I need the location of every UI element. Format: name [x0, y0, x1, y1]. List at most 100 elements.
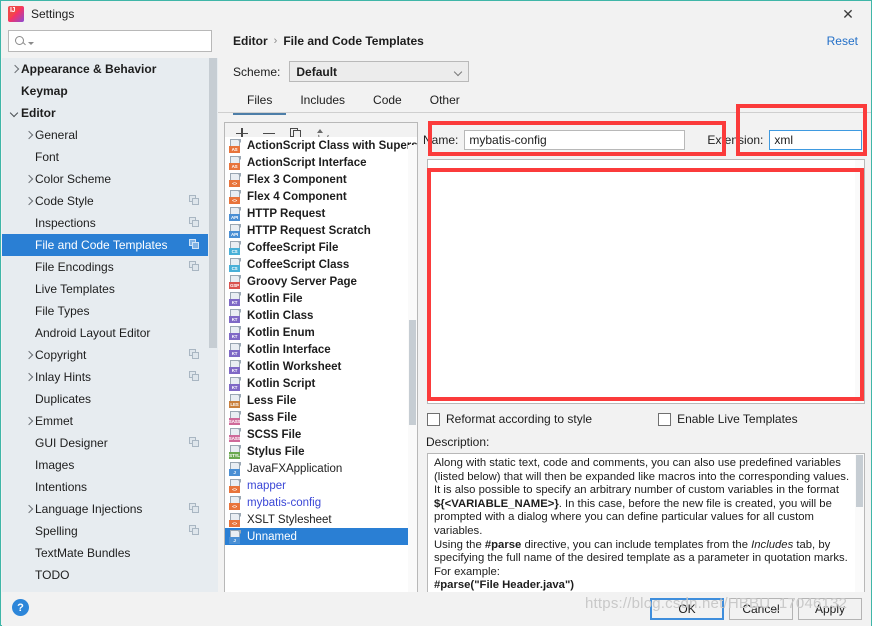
project-scope-icon	[189, 195, 200, 206]
template-list-item[interactable]: API HTTP Request	[225, 205, 417, 222]
chevron-right-icon[interactable]	[8, 63, 21, 76]
template-list-item[interactable]: AS ActionScript Class with Supers	[225, 137, 417, 154]
sidebar-item-inspections[interactable]: Inspections	[2, 212, 218, 234]
templates-vscrollbar-thumb[interactable]	[409, 320, 416, 425]
template-list-item[interactable]: <> Flex 4 Component	[225, 188, 417, 205]
sidebar-item-appearance-behavior[interactable]: Appearance & Behavior	[2, 58, 218, 80]
sidebar-item-live-templates[interactable]: Live Templates	[2, 278, 218, 300]
template-list-item[interactable]: API HTTP Request Scratch	[225, 222, 417, 239]
templates-vscrollbar[interactable]	[408, 145, 417, 596]
template-list-item[interactable]: SASS SCSS File	[225, 426, 417, 443]
search-input[interactable]	[34, 33, 211, 49]
sidebar-item-duplicates[interactable]: Duplicates	[2, 388, 218, 410]
scheme-selected-value: Default	[296, 64, 338, 79]
sidebar-item-todo[interactable]: TODO	[2, 564, 218, 586]
template-list-item[interactable]: SASS Sass File	[225, 409, 417, 426]
live-templates-checkbox-label[interactable]: Enable Live Templates	[677, 412, 798, 426]
template-name-input[interactable]	[464, 130, 686, 150]
sidebar-item-gui-designer[interactable]: GUI Designer	[2, 432, 218, 454]
chevron-right-icon[interactable]	[22, 503, 35, 516]
reset-link[interactable]: Reset	[827, 34, 858, 48]
reformat-checkbox-label[interactable]: Reformat according to style	[446, 412, 592, 426]
reformat-checkbox[interactable]	[427, 412, 440, 426]
template-list-item-label: HTTP Request	[247, 207, 326, 220]
template-list-item[interactable]: <> mybatis-config	[225, 494, 417, 511]
chevron-right-icon[interactable]	[22, 371, 35, 384]
template-list-item[interactable]: <> XSLT Stylesheet	[225, 511, 417, 528]
template-list-item[interactable]: LES Less File	[225, 392, 417, 409]
close-icon[interactable]: ✕	[833, 3, 863, 25]
sidebar-item-label: TextMate Bundles	[35, 546, 131, 560]
sidebar-item-label: Emmet	[35, 414, 74, 428]
description-scrollbar-thumb[interactable]	[856, 455, 863, 507]
sidebar-item-emmet[interactable]: Emmet	[2, 410, 218, 432]
sidebar-item-general[interactable]: General	[2, 124, 218, 146]
chevron-right-icon[interactable]	[22, 173, 35, 186]
scheme-select[interactable]: Default	[289, 61, 470, 82]
description-scrollbar[interactable]	[855, 454, 864, 592]
chevron-right-icon[interactable]	[22, 415, 35, 428]
file-template-icon: SASS	[229, 427, 242, 442]
sidebar-item-code-style[interactable]: Code Style	[2, 190, 218, 212]
sidebar-scrollbar[interactable]	[208, 58, 218, 592]
templates-list-panel: AS ActionScript Class with Supers AS Action…	[224, 122, 418, 606]
settings-sidebar: Appearance & Behavior Keymap Editor General…	[2, 27, 218, 592]
template-list-item[interactable]: CS CoffeeScript File	[225, 239, 417, 256]
chevron-down-icon[interactable]	[8, 107, 21, 120]
ok-button[interactable]: OK	[650, 598, 724, 620]
sidebar-item-label: Intentions	[35, 480, 88, 494]
template-list-item[interactable]: CS CoffeeScript Class	[225, 256, 417, 273]
intellij-idea-icon	[8, 6, 24, 22]
search-box[interactable]	[8, 30, 212, 52]
template-list-item[interactable]: KT Kotlin Interface	[225, 341, 417, 358]
template-list-item[interactable]: GSP Groovy Server Page	[225, 273, 417, 290]
template-list-item[interactable]: KT Kotlin Enum	[225, 324, 417, 341]
template-list-item-label: Stylus File	[247, 445, 305, 458]
template-extension-input[interactable]	[769, 130, 863, 150]
sidebar-item-file-types[interactable]: File Types	[2, 300, 218, 322]
sidebar-item-language-injections[interactable]: Language Injections	[2, 498, 218, 520]
template-list-item[interactable]: <> mapper	[225, 477, 417, 494]
template-list-item[interactable]: J JavaFXApplication	[225, 460, 417, 477]
live-templates-checkbox[interactable]	[658, 412, 672, 426]
sidebar-item-inlay-hints[interactable]: Inlay Hints	[2, 366, 218, 388]
sidebar-item-editor[interactable]: Editor	[2, 102, 218, 124]
template-list-item-label: Less File	[247, 394, 297, 407]
template-list-item[interactable]: KT Kotlin Worksheet	[225, 358, 417, 375]
sidebar-item-keymap[interactable]: Keymap	[2, 80, 218, 102]
description-panel: Along with static text, code and comment…	[427, 453, 865, 593]
help-icon[interactable]: ?	[12, 599, 29, 616]
template-list-item[interactable]: STYL Stylus File	[225, 443, 417, 460]
sidebar-item-file-encodings[interactable]: File Encodings	[2, 256, 218, 278]
sidebar-item-textmate-bundles[interactable]: TextMate Bundles	[2, 542, 218, 564]
template-list-item[interactable]: AS ActionScript Interface	[225, 154, 417, 171]
template-list-item[interactable]: KT Kotlin File	[225, 290, 417, 307]
sidebar-item-font[interactable]: Font	[2, 146, 218, 168]
sidebar-scrollbar-thumb[interactable]	[209, 58, 217, 348]
chevron-right-icon[interactable]	[22, 129, 35, 142]
sidebar-item-images[interactable]: Images	[2, 454, 218, 476]
scheme-label: Scheme:	[233, 64, 281, 79]
template-editor-scrollbar[interactable]	[855, 160, 864, 403]
sidebar-item-color-scheme[interactable]: Color Scheme	[2, 168, 218, 190]
file-template-icon: SASS	[229, 410, 242, 425]
sidebar-item-android-layout-editor[interactable]: Android Layout Editor	[2, 322, 218, 344]
sidebar-item-copyright[interactable]: Copyright	[2, 344, 218, 366]
template-list-item[interactable]: <> Flex 3 Component	[225, 171, 417, 188]
sidebar-item-spelling[interactable]: Spelling	[2, 520, 218, 542]
template-body-editor[interactable]	[427, 159, 865, 404]
template-list-item[interactable]: KT Kotlin Script	[225, 375, 417, 392]
breadcrumb-parent[interactable]: Editor	[233, 34, 268, 48]
template-list-item-label: Kotlin Interface	[247, 343, 331, 356]
apply-button[interactable]: Apply	[798, 598, 862, 620]
window-title: Settings	[31, 7, 75, 21]
sidebar-item-intentions[interactable]: Intentions	[2, 476, 218, 498]
sidebar-item-file-and-code-templates[interactable]: File and Code Templates	[2, 234, 218, 256]
template-list-item[interactable]: KT Kotlin Class	[225, 307, 417, 324]
chevron-right-icon[interactable]	[22, 349, 35, 362]
chevron-right-icon[interactable]	[22, 195, 35, 208]
template-list-item[interactable]: J Unnamed	[225, 528, 417, 545]
sidebar-item-label: Font	[35, 150, 60, 164]
cancel-button[interactable]: Cancel	[729, 598, 793, 620]
